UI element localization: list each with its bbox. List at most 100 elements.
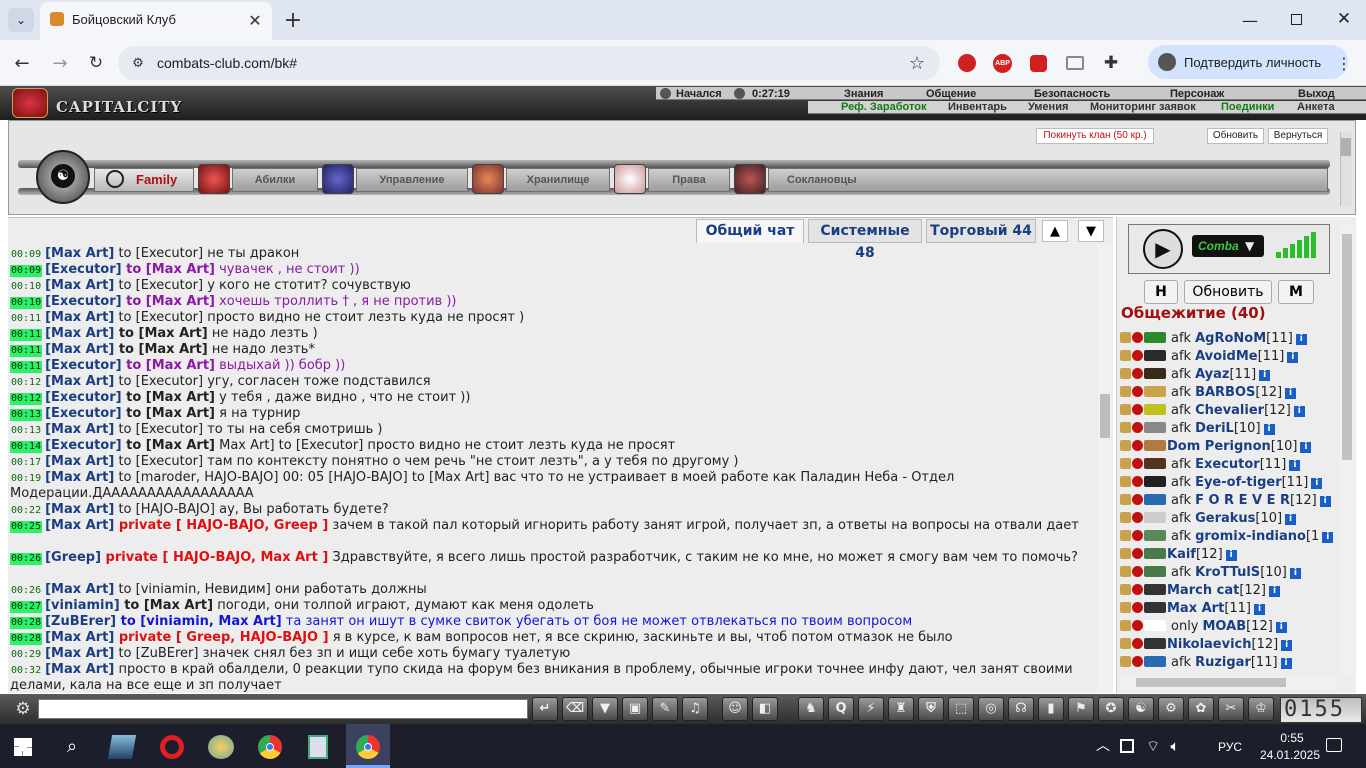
tab-general-chat[interactable]: Общий чат [696, 219, 804, 243]
info-icon[interactable]: i [1275, 622, 1287, 633]
user-name[interactable]: Ruzigar [1195, 655, 1251, 670]
link-referral[interactable]: Реф. Заработок [841, 101, 926, 113]
user-name[interactable]: F O R E V E R [1195, 493, 1290, 508]
link-knowledge[interactable]: Знания [844, 88, 883, 100]
flower-icon[interactable]: ✿ [1188, 697, 1214, 721]
clan-badge-icon[interactable] [1144, 350, 1166, 361]
clan-badge-icon[interactable] [1144, 512, 1166, 523]
clan-badge-icon[interactable] [1144, 620, 1166, 631]
user-name[interactable]: Max Art [1167, 601, 1224, 616]
message-author[interactable]: [Max Art] [45, 630, 114, 645]
chat-message-input[interactable] [38, 699, 528, 719]
notifications-icon[interactable] [1326, 738, 1342, 752]
message-target[interactable]: to [viniamin, Невидим] [114, 582, 270, 597]
message-author[interactable]: [ZuBErer] [45, 614, 116, 629]
filter-icon[interactable]: ▼ [592, 697, 618, 721]
info-icon[interactable]: i [1311, 478, 1323, 489]
message-author[interactable]: [Max Art] [45, 342, 114, 357]
room-user[interactable]: Nikolaevich[12] i [1120, 636, 1342, 654]
taskbar-date[interactable]: 24.01.2025 [1250, 748, 1330, 762]
message-target[interactable]: to [Max Art] [114, 342, 208, 357]
site-info-icon[interactable]: ⚙ [128, 53, 148, 73]
link-monitoring[interactable]: Мониторинг заявок [1090, 101, 1196, 113]
shield-icon[interactable]: ⛨ [918, 697, 944, 721]
clan-badge-icon[interactable] [1144, 404, 1166, 415]
message-time[interactable]: 00:25 [10, 521, 43, 533]
tab-search-button[interactable]: ⌄ [8, 8, 34, 32]
clan-badge-icon[interactable] [1144, 440, 1166, 451]
room-user[interactable]: afk Gerakus[10] i [1120, 510, 1342, 528]
room-user[interactable]: afk Executor[11] i [1120, 456, 1342, 474]
clan-badge-icon[interactable] [1144, 386, 1166, 397]
message-author[interactable]: [Executor] [45, 406, 121, 421]
message-time[interactable]: 00:10 [10, 281, 42, 293]
info-icon[interactable]: i [1225, 550, 1237, 561]
message-target[interactable]: to [Executor] [114, 454, 203, 469]
message-target[interactable]: to [Max Art] [122, 294, 215, 309]
room-user[interactable]: afk DeriL[10] i [1120, 420, 1342, 438]
clear-icon[interactable]: ⌫ [562, 697, 588, 721]
message-author[interactable]: [Executor] [45, 358, 121, 373]
user-name[interactable]: Ayaz [1195, 367, 1229, 382]
user-name[interactable]: Executor [1195, 457, 1260, 472]
message-author[interactable]: [Max Art] [45, 278, 114, 293]
message-time[interactable]: 00:14 [10, 441, 43, 453]
room-hscroll-thumb[interactable] [1136, 678, 1286, 687]
clan-badge-icon[interactable] [1144, 566, 1166, 577]
message-time[interactable]: 00:11 [10, 329, 43, 341]
volume-bar-2[interactable] [1283, 248, 1288, 258]
clan-badge-icon[interactable] [1144, 638, 1166, 649]
clan-badge-icon[interactable] [1144, 476, 1166, 487]
clan-badge-icon[interactable] [1144, 656, 1166, 667]
message-author[interactable]: [Max Art] [45, 470, 114, 485]
chat-settings-gear-icon[interactable]: ⚙ [10, 697, 36, 721]
browser-menu-icon[interactable]: ⋮ [1336, 52, 1352, 74]
room-user[interactable]: afk Ayaz[11] i [1120, 366, 1342, 384]
room-user[interactable]: only MOAB[12] i [1120, 618, 1342, 636]
message-time[interactable]: 00:09 [10, 265, 43, 277]
message-author[interactable]: [Max Art] [45, 582, 114, 597]
adblock-icon[interactable]: ABP [993, 54, 1012, 73]
minimize-icon[interactable]: — [1240, 10, 1260, 30]
clan-badge-icon[interactable] [1144, 458, 1166, 469]
volume-bar-6[interactable] [1311, 232, 1316, 258]
link-character[interactable]: Персонаж [1170, 88, 1224, 100]
tab-rights[interactable]: Права [648, 168, 730, 192]
quest-icon[interactable]: Q [828, 697, 854, 721]
info-icon[interactable]: i [1269, 586, 1280, 597]
volume-bar-4[interactable] [1297, 240, 1302, 258]
target-icon[interactable]: ◎ [978, 697, 1004, 721]
message-target[interactable]: private [ HAJO-BAJO, Max Art ] [101, 550, 329, 565]
search-icon[interactable]: ⌕ [60, 734, 84, 758]
room-user[interactable]: afk Chevalier[12] i [1120, 402, 1342, 420]
info-icon[interactable]: i [1289, 460, 1301, 471]
message-target[interactable]: to [Max Art] [122, 358, 215, 373]
window-icon[interactable]: ⬚ [948, 697, 974, 721]
screenshot-icon[interactable]: ▣ [622, 697, 648, 721]
message-target[interactable]: private [ Greep, HAJO-BAJO ] [114, 630, 329, 645]
app-calculator-icon[interactable] [308, 735, 328, 759]
new-tab-icon[interactable]: + [282, 8, 304, 33]
user-name[interactable]: gromix-indiano [1195, 529, 1306, 544]
message-time[interactable]: 00:29 [10, 649, 42, 661]
link-security[interactable]: Безопасность [1034, 88, 1110, 100]
user-name[interactable]: AgRoNoM [1195, 331, 1266, 346]
room-user[interactable]: afk AvoidMe[11] i [1120, 348, 1342, 366]
link-communication[interactable]: Общение [926, 88, 976, 100]
maximize-icon[interactable] [1291, 14, 1302, 25]
message-target[interactable]: to [Max Art] [114, 326, 208, 341]
room-user[interactable]: afk Ruzigar[11] i [1120, 654, 1342, 672]
message-author[interactable]: [Max Art] [45, 502, 114, 517]
storage-icon[interactable] [472, 164, 504, 194]
smiles-icon[interactable]: ☺ [722, 697, 748, 721]
volume-bar-1[interactable] [1276, 252, 1281, 258]
message-author[interactable]: [Executor] [45, 294, 121, 309]
message-author[interactable]: [Max Art] [45, 326, 114, 341]
message-target[interactable]: to [Executor] [114, 310, 203, 325]
message-author[interactable]: [Max Art] [45, 518, 114, 533]
warrior-icon[interactable]: ♞ [798, 697, 824, 721]
message-target[interactable]: to [ZuBErer] [114, 646, 198, 661]
message-time[interactable]: 00:28 [10, 617, 43, 629]
info-icon[interactable]: i [1285, 388, 1297, 399]
link-fights[interactable]: Поединки [1221, 101, 1274, 113]
